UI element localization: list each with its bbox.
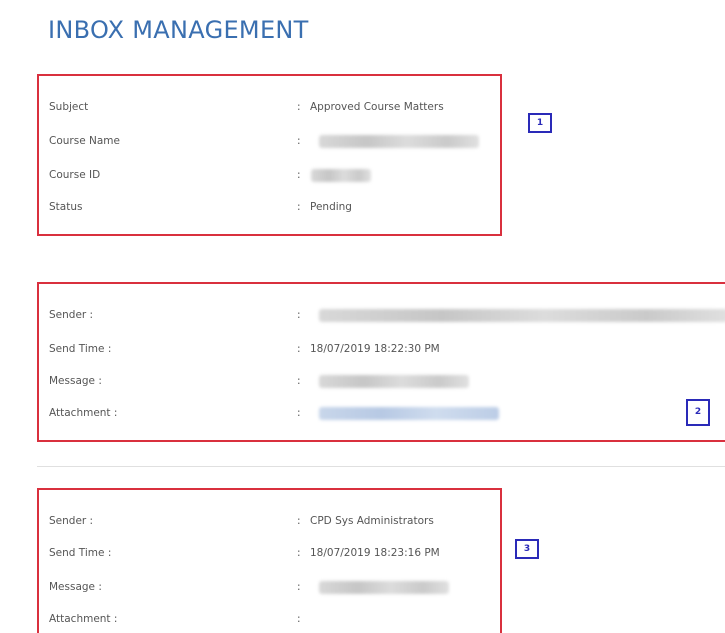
sender-value: CPD Sys Administrators (310, 515, 434, 527)
separator: : (297, 101, 301, 113)
send-time-label: Send Time : (49, 547, 112, 559)
message-redacted (319, 581, 449, 594)
message-redacted (319, 375, 469, 388)
page-title: INBOX MANAGEMENT (48, 16, 309, 44)
callout-badge-3: 3 (515, 539, 539, 559)
callout-badge-1: 1 (528, 113, 552, 133)
course-id-redacted (311, 169, 371, 182)
separator: : (297, 515, 301, 527)
separator: : (297, 547, 301, 559)
send-time-value: 18/07/2019 18:23:16 PM (310, 547, 440, 559)
message-panel-2: Sender : : CPD Sys Administrators Send T… (37, 488, 502, 633)
message-panel-1: Sender : : Send Time : : 18/07/2019 18:2… (37, 282, 725, 442)
callout-badge-2: 2 (686, 399, 710, 426)
course-name-label: Course Name (49, 135, 120, 147)
sender-label: Sender : (49, 309, 94, 321)
attachment-link[interactable] (319, 407, 499, 420)
separator: : (297, 613, 301, 625)
subject-value: Approved Course Matters (310, 101, 444, 113)
divider (37, 466, 725, 467)
send-time-label: Send Time : (49, 343, 112, 355)
course-name-redacted (319, 135, 479, 148)
separator: : (297, 135, 301, 147)
attachment-label: Attachment : (49, 613, 118, 625)
separator: : (297, 375, 301, 387)
sender-redacted (319, 309, 725, 322)
separator: : (297, 581, 301, 593)
separator: : (297, 343, 301, 355)
message-label: Message : (49, 581, 102, 593)
sender-label: Sender : (49, 515, 94, 527)
status-value: Pending (310, 201, 352, 213)
attachment-label: Attachment : (49, 407, 118, 419)
separator: : (297, 407, 301, 419)
subject-label: Subject (49, 101, 89, 113)
course-details-panel: Subject : Approved Course Matters Course… (37, 74, 502, 236)
message-label: Message : (49, 375, 102, 387)
course-id-label: Course ID (49, 169, 101, 181)
status-label: Status (49, 201, 83, 213)
separator: : (297, 309, 301, 321)
send-time-value: 18/07/2019 18:22:30 PM (310, 343, 440, 355)
separator: : (297, 169, 301, 181)
separator: : (297, 201, 301, 213)
